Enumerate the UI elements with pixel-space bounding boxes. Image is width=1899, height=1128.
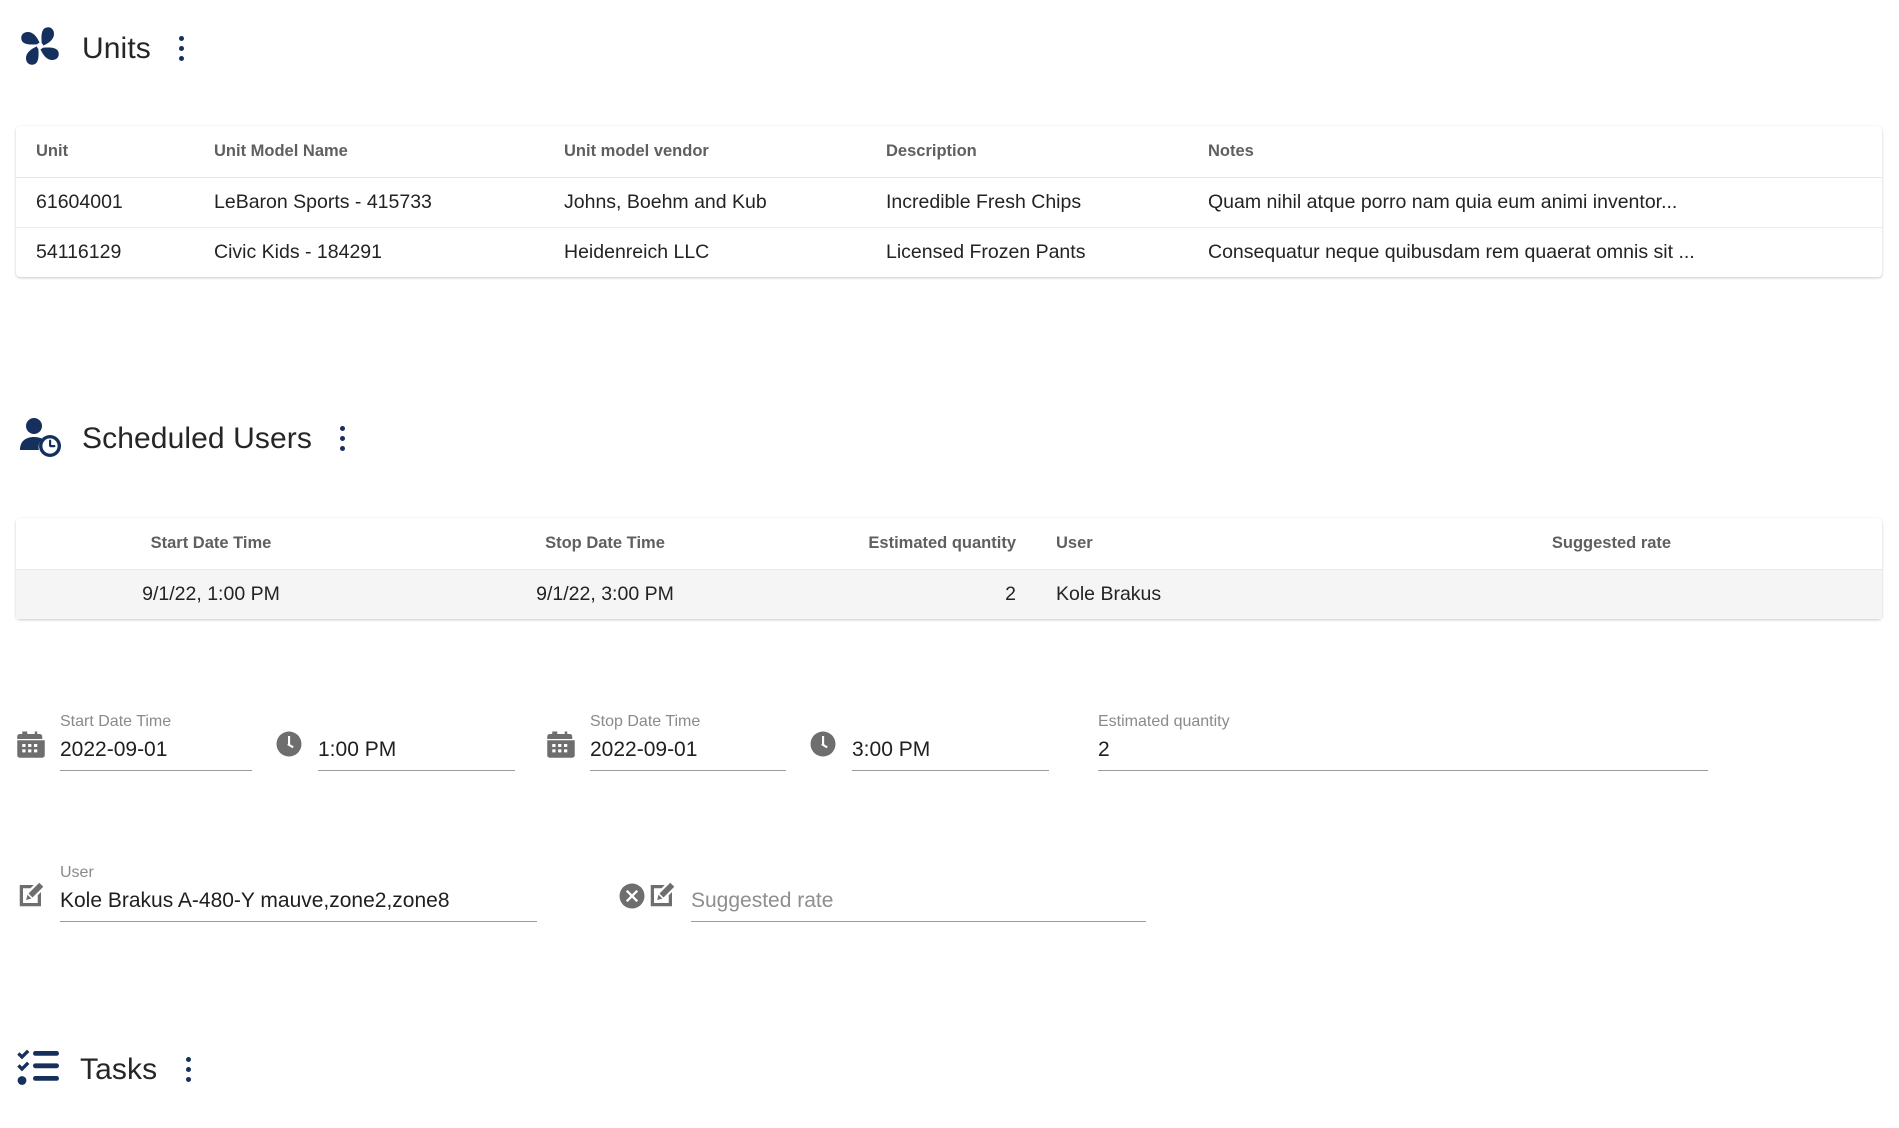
- edit-icon[interactable]: [16, 880, 46, 915]
- table-row[interactable]: 61604001 LeBaron Sports - 415733 Johns, …: [16, 177, 1882, 228]
- start-time-input[interactable]: 1:00 PM: [318, 739, 515, 771]
- user-field[interactable]: User Kole Brakus A-480-Y mauve,zone2,zon…: [16, 865, 647, 922]
- stop-date-field[interactable]: Stop Date Time 2022-09-01: [546, 714, 808, 771]
- clear-circle-icon[interactable]: [617, 881, 647, 916]
- edit-icon[interactable]: [647, 880, 677, 915]
- user-label: User: [60, 864, 94, 881]
- column-header-notes[interactable]: Notes: [1188, 126, 1882, 178]
- cell-unit: 54116129: [36, 241, 122, 263]
- cell-unit-model-name: LeBaron Sports - 415733: [194, 177, 544, 228]
- user-clock-icon: [16, 412, 64, 465]
- user-input[interactable]: Kole Brakus A-480-Y mauve,zone2,zone8: [60, 890, 537, 922]
- start-time-field[interactable]: 1:00 PM: [274, 714, 546, 771]
- calendar-icon[interactable]: [546, 729, 576, 764]
- start-date-label: Start Date Time: [60, 713, 172, 730]
- column-header-start-date-time[interactable]: Start Date Time: [16, 518, 406, 570]
- cell-unit-model-name: Civic Kids - 184291: [214, 241, 382, 263]
- tasks-menu-kebab-icon[interactable]: [175, 1053, 201, 1087]
- column-header-description[interactable]: Description: [866, 126, 1188, 178]
- tasks-title: Tasks: [80, 1052, 158, 1086]
- suggested-rate-field[interactable]: Suggested rate: [647, 865, 1157, 922]
- start-date-field[interactable]: Start Date Time 2022-09-01: [16, 714, 274, 771]
- estimated-quantity-label: Estimated quantity: [1098, 713, 1230, 730]
- table-row[interactable]: 54116129 Civic Kids - 184291 Heidenreich…: [16, 228, 1882, 278]
- scheduled-users-table: Start Date Time Stop Date Time Estimated…: [16, 518, 1882, 619]
- stop-date-label: Stop Date Time: [590, 713, 701, 730]
- page-root: Units Unit Unit Model Name Unit model ve…: [0, 0, 1899, 1128]
- cell-notes: Quam nihil atque porro nam quia eum anim…: [1188, 177, 1882, 228]
- stop-date-input[interactable]: 2022-09-01: [590, 739, 786, 771]
- checklist-icon: [14, 1043, 62, 1096]
- stop-time-field[interactable]: 3:00 PM: [808, 714, 1098, 771]
- estimated-quantity-input[interactable]: 2: [1098, 739, 1708, 771]
- units-table-card: Unit Unit Model Name Unit model vendor D…: [16, 126, 1882, 277]
- cell-stop-date-time: 9/1/22, 3:00 PM: [406, 569, 804, 619]
- calendar-icon[interactable]: [16, 729, 46, 764]
- scheduled-users-title: Scheduled Users: [82, 421, 312, 455]
- clock-icon[interactable]: [808, 729, 838, 764]
- units-table-header-row: Unit Unit Model Name Unit model vendor D…: [16, 126, 1882, 178]
- estimated-quantity-field[interactable]: Estimated quantity 2: [1098, 714, 1708, 771]
- units-title: Units: [82, 31, 151, 65]
- stop-time-input[interactable]: 3:00 PM: [852, 739, 1049, 771]
- cell-unit: 61604001: [16, 177, 194, 228]
- table-row[interactable]: 9/1/22, 1:00 PM 9/1/22, 3:00 PM 2 Kole B…: [16, 569, 1882, 619]
- scheduled-users-header-row: Start Date Time Stop Date Time Estimated…: [16, 518, 1882, 570]
- suggested-rate-input[interactable]: Suggested rate: [691, 890, 1146, 922]
- pinwheel-icon: [16, 22, 64, 75]
- cell-suggested-rate: [1341, 569, 1882, 619]
- units-section-header: Units: [16, 22, 195, 75]
- cell-start-date-time: 9/1/22, 1:00 PM: [16, 569, 406, 619]
- column-header-suggested-rate[interactable]: Suggested rate: [1341, 518, 1882, 570]
- clock-icon[interactable]: [274, 729, 304, 764]
- units-menu-kebab-icon[interactable]: [169, 32, 195, 66]
- column-header-user[interactable]: User: [1036, 518, 1341, 570]
- column-header-unit-model-name[interactable]: Unit Model Name: [194, 126, 544, 178]
- start-date-input[interactable]: 2022-09-01: [60, 739, 252, 771]
- cell-description: Licensed Frozen Pants: [886, 241, 1086, 263]
- schedule-form-row-2: User Kole Brakus A-480-Y mauve,zone2,zon…: [16, 865, 1157, 922]
- column-header-unit[interactable]: Unit: [16, 126, 194, 178]
- cell-estimated-quantity: 2: [804, 569, 1036, 619]
- cell-unit-model-vendor: Heidenreich LLC: [564, 241, 710, 263]
- scheduled-users-menu-kebab-icon[interactable]: [330, 422, 356, 456]
- tasks-section-header: Tasks: [14, 1043, 201, 1096]
- column-header-stop-date-time[interactable]: Stop Date Time: [406, 518, 804, 570]
- cell-description: Incredible Fresh Chips: [866, 177, 1188, 228]
- schedule-form-row-1: Start Date Time 2022-09-01 1:00 PM Stop …: [16, 714, 1708, 771]
- column-header-estimated-quantity[interactable]: Estimated quantity: [804, 518, 1036, 570]
- cell-user: Kole Brakus: [1036, 569, 1341, 619]
- cell-notes: Consequatur neque quibusdam rem quaerat …: [1208, 241, 1695, 263]
- cell-unit-model-vendor: Johns, Boehm and Kub: [544, 177, 866, 228]
- scheduled-users-section-header: Scheduled Users: [16, 412, 356, 465]
- scheduled-users-table-card: Start Date Time Stop Date Time Estimated…: [16, 518, 1882, 619]
- units-table: Unit Unit Model Name Unit model vendor D…: [16, 126, 1882, 277]
- column-header-unit-model-vendor[interactable]: Unit model vendor: [544, 126, 866, 178]
